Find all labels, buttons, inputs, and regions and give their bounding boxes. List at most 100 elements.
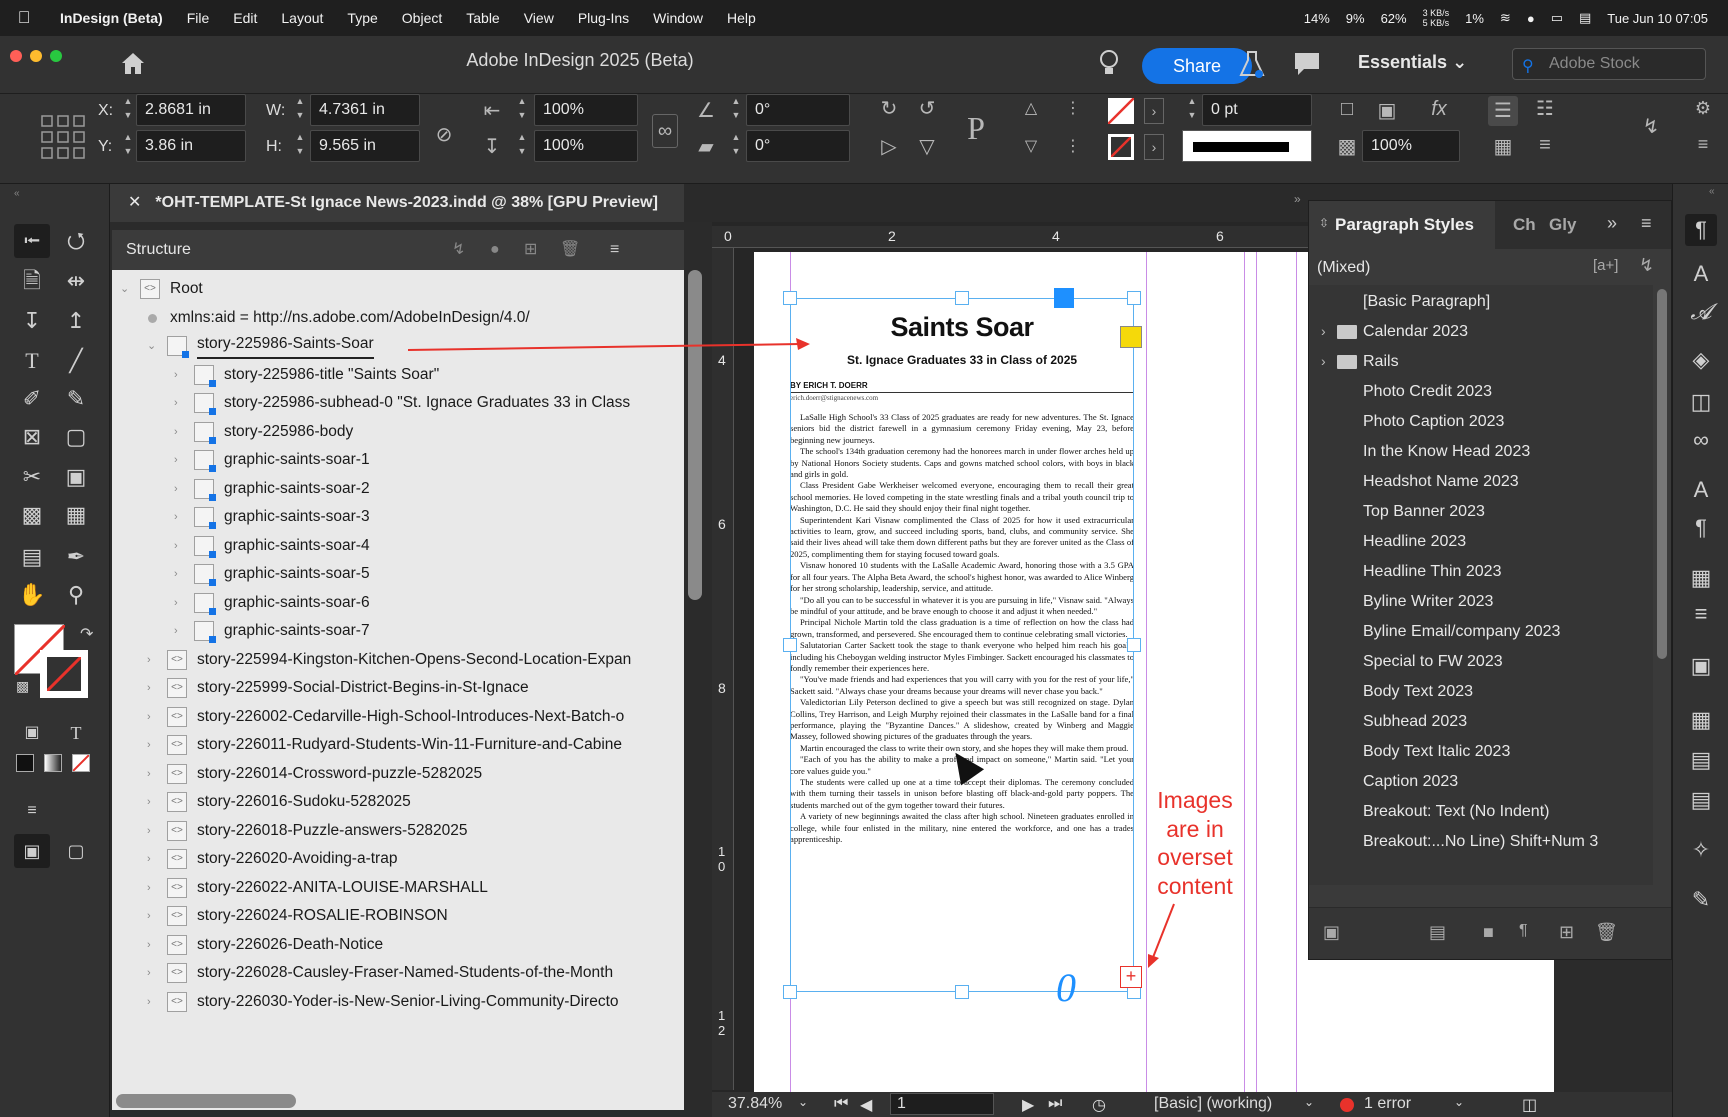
menu-help[interactable]: Help [715, 10, 768, 26]
structure-row[interactable]: xmlns:aid = http://ns.adobe.com/AdobeInD… [112, 303, 672, 333]
cpu-usage-2[interactable]: 9% [1346, 11, 1365, 26]
page-tool-icon[interactable]: 🗎 [14, 264, 50, 298]
open-document-icon[interactable]: ◷ [1092, 1095, 1106, 1115]
paragraph-style-item[interactable]: Headline Thin 2023 [1309, 555, 1653, 588]
hand-tool-icon[interactable]: ✋ [14, 578, 50, 612]
rotate-field[interactable]: 0° [746, 94, 850, 126]
opacity-field[interactable]: 100% [1362, 130, 1460, 162]
lightbulb-icon[interactable] [1098, 48, 1120, 80]
chevron-right-icon[interactable]: › [147, 873, 151, 903]
structure-row[interactable]: › <> story-226022-ANITA-LOUISE-MARSHALL [112, 873, 672, 903]
gradient-swatch-tool-icon[interactable]: ▩ [14, 498, 50, 532]
flip-horizontal-icon[interactable]: ▷ [876, 134, 902, 159]
structure-row[interactable]: › <> story-226011-Rudyard-Students-Win-11-… [112, 730, 672, 760]
chevron-right-icon[interactable]: › [147, 787, 151, 817]
menu-file[interactable]: File [175, 10, 222, 26]
control-menu-icon[interactable]: ≡ [1690, 134, 1716, 155]
cell-styles-dock-icon[interactable]: ▤ [1685, 744, 1717, 776]
frame-handle[interactable] [955, 291, 969, 305]
direct-selection-tool-icon[interactable]: ⭯ [58, 224, 94, 258]
page-number-field[interactable]: 1 [890, 1093, 994, 1115]
more-tabs-icon[interactable]: » [1607, 213, 1617, 234]
chevron-right-icon[interactable]: › [174, 588, 178, 618]
w-stepper[interactable]: ▲ ▼ [290, 94, 310, 126]
default-fill-stroke-icon[interactable]: ▩ [16, 678, 29, 695]
add-element-icon[interactable]: ⊞ [524, 230, 537, 270]
structure-row[interactable]: › <> story-225999-Social-District-Begins-i… [112, 673, 672, 703]
structure-row[interactable]: › graphic-saints-soar-4 [112, 531, 672, 561]
fill-none-swatch[interactable] [1107, 97, 1135, 125]
structure-row[interactable]: › graphic-saints-soar-6 [112, 588, 672, 618]
structure-row[interactable]: › graphic-saints-soar-1 [112, 445, 672, 475]
table-styles-dock-icon[interactable]: ▤ [1685, 784, 1717, 816]
previous-page-icon[interactable]: ◀ [860, 1095, 872, 1115]
chevron-right-icon[interactable]: › [174, 388, 178, 418]
layers-dock-icon[interactable]: ◈ [1685, 344, 1717, 376]
menu-window[interactable]: Window [641, 10, 715, 26]
error-count[interactable]: 1 error [1364, 1095, 1411, 1113]
structure-row[interactable]: › <> story-226028-Causley-Fraser-Named-Stu… [112, 958, 672, 988]
cc-libraries-dock-icon[interactable]: ▣ [1685, 650, 1717, 682]
chevron-right-icon[interactable]: › [174, 502, 178, 532]
chevron-right-icon[interactable]: › [174, 445, 178, 475]
wifi-icon[interactable]: ≋ [1500, 10, 1511, 26]
cpu-usage-1[interactable]: 14% [1304, 11, 1330, 26]
user-icon[interactable]: ● [1527, 11, 1535, 26]
new-group-icon[interactable]: ■ [1483, 922, 1494, 943]
apply-none-icon[interactable] [72, 754, 90, 772]
chevron-right-icon[interactable]: › [147, 673, 151, 703]
tab-paragraph-styles[interactable]: Paragraph Styles [1309, 201, 1495, 249]
structure-row[interactable]: › <> story-226016-Sudoku-5282025 [112, 787, 672, 817]
zoom-chevron-icon[interactable]: ⌄ [798, 1095, 808, 1109]
structure-vertical-scrollbar[interactable] [688, 270, 702, 600]
chevron-down-icon[interactable]: ⌄ [120, 274, 129, 304]
apply-gradient-icon[interactable] [44, 754, 62, 772]
adobe-stock-search[interactable]: Adobe Stock [1512, 48, 1706, 80]
quick-actions-lightning-icon[interactable]: ↯ [1638, 114, 1664, 139]
paragraph-style-item[interactable]: Breakout:...No Line) Shift+Num 3 [1309, 825, 1653, 858]
paragraph-style-item[interactable]: Body Text Italic 2023 [1309, 735, 1653, 768]
w-field[interactable]: 4.7361 in [310, 94, 420, 126]
preflight-profile[interactable]: [Basic] (working) [1154, 1095, 1272, 1113]
rotate-stepper[interactable]: ▲ ▼ [726, 94, 746, 126]
character-styles-dock-icon[interactable]: A [1685, 258, 1717, 290]
structure-row[interactable]: › story-225986-subhead-0 "St. Ignace Grad… [112, 388, 672, 418]
structure-row[interactable]: › <> story-226024-ROSALIE-ROBINSON [112, 901, 672, 931]
stroke-swatch[interactable] [40, 650, 88, 698]
in-port-square[interactable] [1120, 326, 1142, 348]
chevron-down-icon[interactable]: ⌄ [147, 331, 156, 361]
tab-glyphs[interactable]: Gly [1549, 201, 1576, 249]
h-stepper[interactable]: ▲ ▼ [290, 130, 310, 162]
comments-icon[interactable] [1292, 50, 1322, 78]
menu-type[interactable]: Type [335, 10, 389, 26]
swap-fill-stroke-icon[interactable]: ↷ [80, 624, 93, 644]
zoom-level[interactable]: 37.84% [728, 1095, 782, 1113]
structure-row[interactable]: › story-225986-title "Saints Soar" [112, 360, 672, 390]
note-tool-icon[interactable]: ▤ [14, 540, 50, 574]
clear-overrides-icon[interactable]: ¶ [1519, 922, 1528, 940]
wrap-icon[interactable]: ▦ [1488, 134, 1518, 159]
type-tool-icon[interactable]: T [14, 344, 50, 378]
chevron-right-icon[interactable]: › [147, 645, 151, 675]
pen-tool-icon[interactable]: ✐ [14, 382, 50, 416]
scale-x-stepper[interactable]: ▲ ▼ [512, 94, 532, 126]
select-next-icon[interactable]: ⋮ [1058, 136, 1088, 156]
chevron-right-icon[interactable]: › [174, 417, 178, 447]
structure-row[interactable]: ⌄ <> Root [112, 274, 672, 304]
constrain-proportions-icon[interactable]: ⊘ [432, 122, 456, 147]
flip-vertical-icon[interactable]: ▽ [914, 134, 940, 159]
structure-row[interactable]: › story-225986-body [112, 417, 672, 447]
y-field[interactable]: 3.86 in [136, 130, 246, 162]
effects-fx-icon[interactable]: fx [1424, 98, 1454, 121]
structure-row[interactable]: › <> story-226002-Cedarville-High-School-I… [112, 702, 672, 732]
battery-percent[interactable]: 62% [1381, 11, 1407, 26]
delete-style-icon[interactable]: 🗑 [1595, 922, 1618, 943]
new-style-icon[interactable]: ⊞ [1559, 922, 1574, 943]
expand-dock-icon[interactable]: « [1709, 186, 1715, 197]
split-view-icon[interactable]: ◫ [1522, 1095, 1537, 1115]
delete-element-icon[interactable]: 🗑 [560, 230, 580, 270]
rectangle-tool-icon[interactable]: ▢ [58, 420, 94, 454]
align-text-left-icon[interactable]: ☰ [1488, 96, 1518, 126]
chevron-right-icon[interactable]: › [174, 559, 178, 589]
labs-flask-icon[interactable] [1238, 48, 1266, 80]
